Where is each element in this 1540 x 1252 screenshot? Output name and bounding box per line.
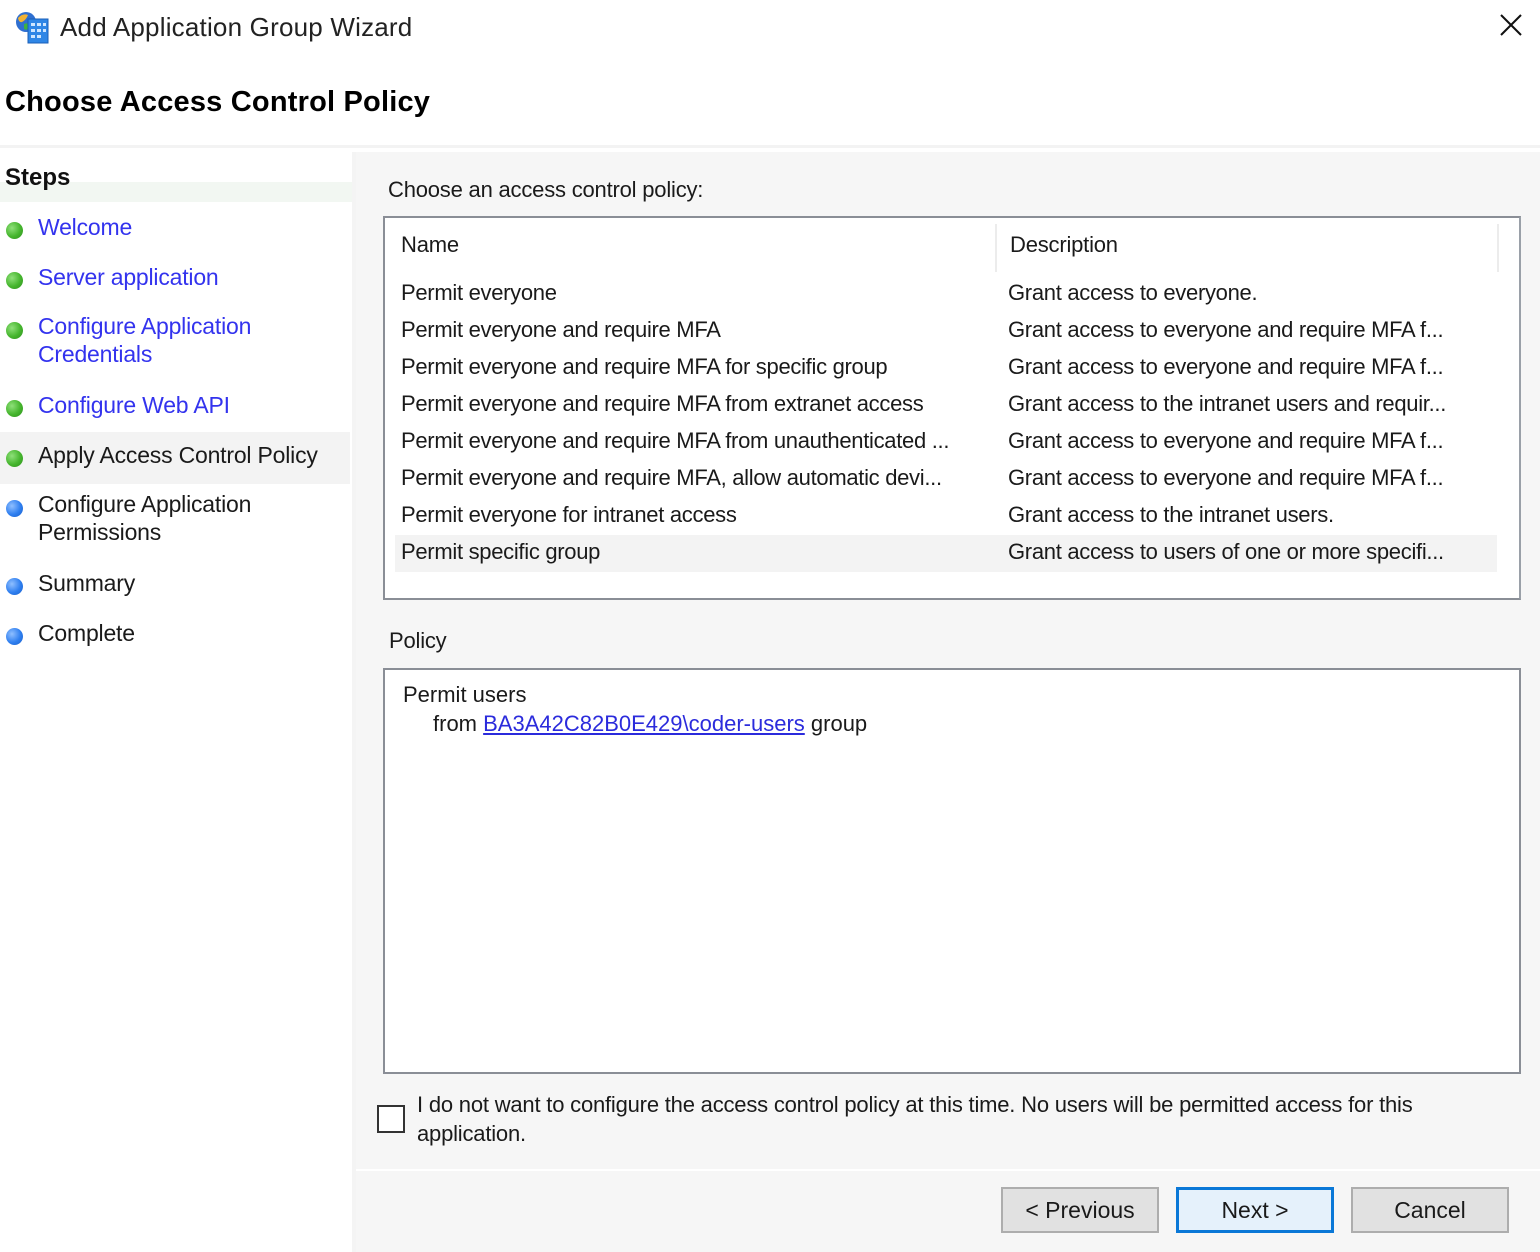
cancel-button[interactable]: Cancel [1351, 1187, 1509, 1233]
step-pending-icon [6, 628, 23, 645]
step-label-line1: Configure Application [38, 491, 252, 517]
column-header-description[interactable]: Description [1010, 232, 1118, 258]
step-apply-access-control-policy[interactable]: Apply Access Control Policy [0, 432, 350, 484]
step-label-line2: Credentials [38, 341, 153, 367]
close-icon [1499, 13, 1523, 42]
step-configure-application-credentials[interactable]: Configure Application Credentials [0, 310, 350, 372]
steps-title: Steps [5, 164, 71, 191]
policy-row[interactable]: Permit everyone Grant access to everyone… [395, 276, 1497, 313]
step-configure-application-permissions: Configure Application Permissions [0, 488, 350, 550]
step-label-line1: Configure Application [38, 313, 252, 339]
skip-policy-checkbox-label[interactable]: I do not want to configure the access co… [417, 1090, 1517, 1148]
policy-name: Permit everyone for intranet access [401, 502, 737, 527]
step-complete-icon [6, 400, 23, 417]
step-current-icon [6, 450, 23, 467]
step-summary: Summary [0, 566, 350, 602]
policy-row-selected[interactable]: Permit specific group Grant access to us… [395, 535, 1497, 572]
policy-description: Grant access to everyone and require MFA… [1008, 317, 1444, 342]
policy-rule-text: Permit users [403, 682, 527, 707]
policy-description: Grant access to the intranet users and r… [1008, 391, 1447, 416]
policy-name: Permit everyone [401, 280, 557, 305]
step-label: Configure Web API [38, 392, 230, 418]
window-title: Add Application Group Wizard [60, 12, 413, 42]
step-complete-icon [6, 272, 23, 289]
step-configure-web-api[interactable]: Configure Web API [0, 388, 350, 424]
step-label: Complete [38, 620, 135, 646]
step-complete-icon [6, 222, 23, 239]
step-welcome[interactable]: Welcome [0, 210, 350, 246]
policy-name: Permit everyone and require MFA [401, 317, 721, 342]
policy-name: Permit everyone and require MFA, allow a… [401, 465, 942, 490]
page-title: Choose Access Control Policy [5, 86, 431, 118]
choose-policy-label: Choose an access control policy: [388, 177, 704, 202]
policy-row[interactable]: Permit everyone and require MFA for spec… [395, 350, 1497, 387]
footer-divider [356, 1169, 1540, 1171]
policy-group-suffix: group [804, 711, 868, 736]
step-server-application[interactable]: Server application [0, 260, 350, 296]
step-label: Welcome [38, 214, 133, 240]
policy-row[interactable]: Permit everyone and require MFA from una… [395, 424, 1497, 461]
step-pending-icon [6, 500, 23, 517]
skip-policy-checkbox[interactable] [377, 1105, 405, 1133]
policy-description: Grant access to everyone and require MFA… [1008, 428, 1444, 453]
policy-rule-detail: from BA3A42C82B0E429\coder-users group [433, 711, 867, 737]
policy-from-text: from [433, 711, 484, 736]
policy-row[interactable]: Permit everyone and require MFA from ext… [395, 387, 1497, 424]
step-complete: Complete [0, 616, 350, 652]
policy-description: Grant access to everyone and require MFA… [1008, 354, 1444, 379]
policy-row[interactable]: Permit everyone and require MFA Grant ac… [395, 313, 1497, 350]
policy-details-box: Permit users from BA3A42C82B0E429\coder-… [383, 668, 1521, 1074]
application-group-icon [14, 10, 50, 44]
policy-name: Permit everyone and require MFA for spec… [401, 354, 888, 379]
group-link[interactable]: BA3A42C82B0E429\coder-users [483, 711, 805, 736]
policy-row[interactable]: Permit everyone for intranet access Gran… [395, 498, 1497, 535]
policy-description: Grant access to everyone. [1008, 280, 1258, 305]
step-label-line2: Permissions [38, 519, 162, 545]
step-label: Server application [38, 264, 219, 290]
step-label: Apply Access Control Policy [38, 442, 318, 468]
steps-sidebar: Steps Welcome Server application Configu… [0, 152, 352, 1252]
policy-list[interactable]: Name Description Permit everyone Grant a… [383, 216, 1521, 600]
step-pending-icon [6, 578, 23, 595]
policy-description: Grant access to users of one or more spe… [1008, 539, 1444, 564]
steps-header: Steps [0, 152, 352, 202]
policy-row[interactable]: Permit everyone and require MFA, allow a… [395, 461, 1497, 498]
previous-button[interactable]: < Previous [1001, 1187, 1159, 1233]
close-button[interactable] [1488, 6, 1534, 48]
step-label: Summary [38, 570, 136, 596]
column-header-name[interactable]: Name [401, 232, 459, 258]
header-divider [0, 145, 1540, 148]
main-panel: Choose an access control policy: Name De… [356, 152, 1540, 1252]
next-button[interactable]: Next > [1176, 1187, 1334, 1233]
window-titlebar: Add Application Group Wizard [0, 0, 1540, 56]
policy-name: Permit specific group [401, 539, 601, 564]
policy-description: Grant access to everyone and require MFA… [1008, 465, 1444, 490]
policy-list-header: Name Description [385, 218, 1499, 274]
policy-name: Permit everyone and require MFA from una… [401, 428, 950, 453]
policy-name: Permit everyone and require MFA from ext… [401, 391, 924, 416]
step-complete-icon [6, 322, 23, 339]
column-divider[interactable] [995, 224, 997, 272]
policy-description: Grant access to the intranet users. [1008, 502, 1334, 527]
policy-section-label: Policy [389, 628, 447, 653]
column-divider[interactable] [1497, 224, 1499, 272]
